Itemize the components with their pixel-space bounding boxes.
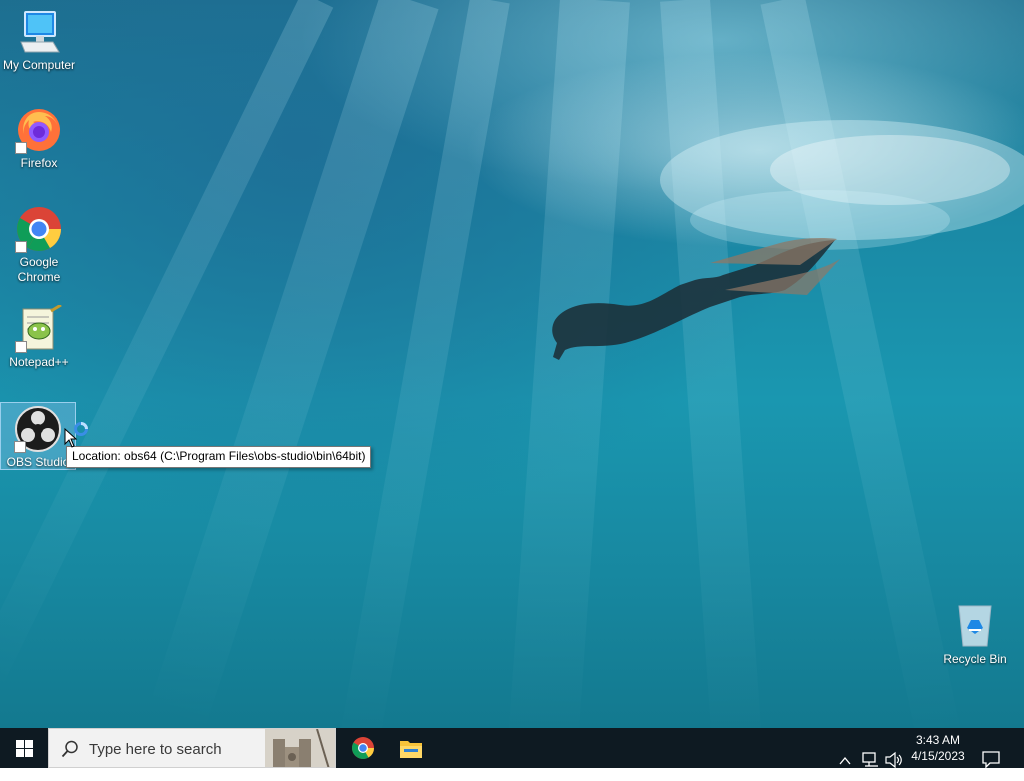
windows-logo-icon xyxy=(16,740,33,757)
desktop-icon-label: Notepad++ xyxy=(9,355,69,369)
chrome-icon xyxy=(352,737,374,759)
diver-image xyxy=(552,238,840,360)
chrome-icon xyxy=(15,205,63,253)
desktop-wallpaper: My Computer Firefox Google Chrome Notepa… xyxy=(0,0,1024,728)
taskbar-app-chrome[interactable] xyxy=(339,728,387,768)
notepadplusplus-icon xyxy=(15,303,63,353)
volume-icon[interactable] xyxy=(885,740,903,780)
shortcut-arrow-icon xyxy=(15,241,27,253)
recycle-bin-icon xyxy=(951,602,999,650)
shortcut-arrow-icon xyxy=(15,341,27,353)
shortcut-arrow-icon xyxy=(15,142,27,154)
busy-spinner-icon xyxy=(74,422,88,436)
icon-tooltip: Location: obs64 (C:\Program Files\obs-st… xyxy=(66,446,372,468)
taskbar-app-file-explorer[interactable] xyxy=(387,728,435,768)
search-icon xyxy=(61,740,78,758)
taskbar-clock[interactable]: 3:43 AM 4/15/2023 xyxy=(902,732,974,764)
desktop-icon-recycle-bin[interactable]: Recycle Bin xyxy=(937,602,1013,667)
desktop-icon-firefox[interactable]: Firefox xyxy=(1,106,77,171)
search-placeholder: Type here to search xyxy=(89,741,222,758)
network-icon[interactable] xyxy=(862,740,880,780)
clock-date: 4/15/2023 xyxy=(911,749,965,763)
desktop-icon-my-computer[interactable]: My Computer xyxy=(1,8,77,73)
desktop-icon-label: OBS Studio xyxy=(6,455,70,469)
desktop-icon-label: Firefox xyxy=(20,156,58,170)
notification-icon[interactable] xyxy=(982,739,1000,779)
search-highlight-image xyxy=(265,729,335,767)
desktop-icon-google-chrome[interactable]: Google Chrome xyxy=(1,205,77,285)
start-button[interactable] xyxy=(0,728,48,768)
computer-icon xyxy=(15,8,63,56)
clock-time: 3:43 AM xyxy=(915,733,961,747)
desktop-icon-label: Recycle Bin xyxy=(943,652,1007,666)
chevron-up-icon[interactable] xyxy=(838,741,852,781)
shortcut-arrow-icon xyxy=(14,441,26,453)
desktop-icon-label: My Computer xyxy=(2,58,76,72)
taskbar-search-box[interactable]: Type here to search xyxy=(48,728,336,768)
desktop-icon-label: Google Chrome xyxy=(17,255,61,284)
desktop-icon-notepadplusplus[interactable]: Notepad++ xyxy=(1,303,77,370)
taskbar: Type here to search 3:43 AM 4/15/2023 xyxy=(0,728,1024,769)
folder-icon xyxy=(400,741,422,758)
firefox-icon xyxy=(15,106,63,154)
obs-icon xyxy=(14,405,62,453)
